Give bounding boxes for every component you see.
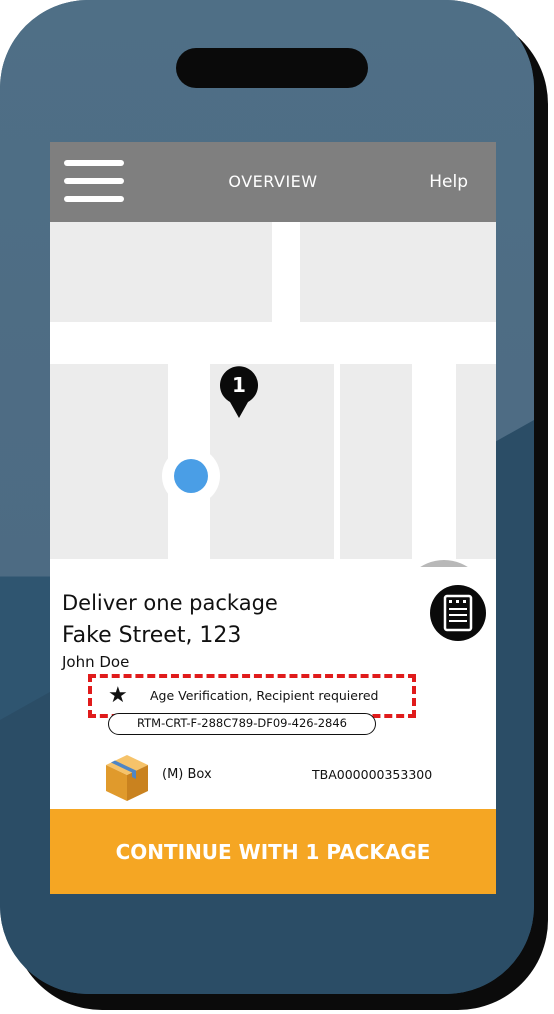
help-link[interactable]: Help (429, 172, 468, 192)
map-block (340, 364, 412, 559)
phone-frame: OVERVIEW Help 1 Deliver one package Fake… (0, 0, 534, 994)
delivery-notes-button[interactable] (430, 585, 486, 641)
recipient-name: John Doe (62, 653, 130, 671)
map-view[interactable]: 1 (50, 222, 496, 567)
map-block (50, 222, 272, 322)
age-verification-text: Age Verification, Recipient requiered (150, 688, 379, 703)
stop-pin[interactable]: 1 (220, 366, 258, 418)
delivery-address: Fake Street, 123 (62, 623, 242, 648)
delivery-notes-icon (443, 594, 473, 632)
delivery-heading: Deliver one package (62, 591, 278, 615)
delivery-info-panel: Deliver one package Fake Street, 123 Joh… (50, 567, 496, 809)
package-box-icon (106, 755, 148, 801)
app-screen: OVERVIEW Help 1 Deliver one package Fake… (50, 142, 496, 894)
navigation-arrow-icon (400, 560, 488, 567)
stop-number: 1 (232, 373, 246, 397)
map-block (300, 222, 496, 322)
top-bar: OVERVIEW Help (50, 142, 496, 222)
tracking-code: RTM-CRT-F-288C789-DF09-426-2846 (108, 713, 376, 735)
phone-speaker (176, 48, 368, 88)
map-block (50, 364, 168, 559)
continue-button-label: CONTINUE WITH 1 PACKAGE (115, 840, 431, 864)
package-id: TBA000000353300 (312, 767, 433, 782)
map-block (456, 364, 496, 559)
current-location-icon (174, 459, 208, 493)
age-verification-notice: ★ Age Verification, Recipient requiered (88, 674, 416, 718)
continue-button[interactable]: CONTINUE WITH 1 PACKAGE (50, 809, 496, 894)
navigation-button[interactable] (400, 560, 488, 567)
package-size: (M) Box (162, 767, 212, 782)
star-icon: ★ (108, 683, 128, 708)
